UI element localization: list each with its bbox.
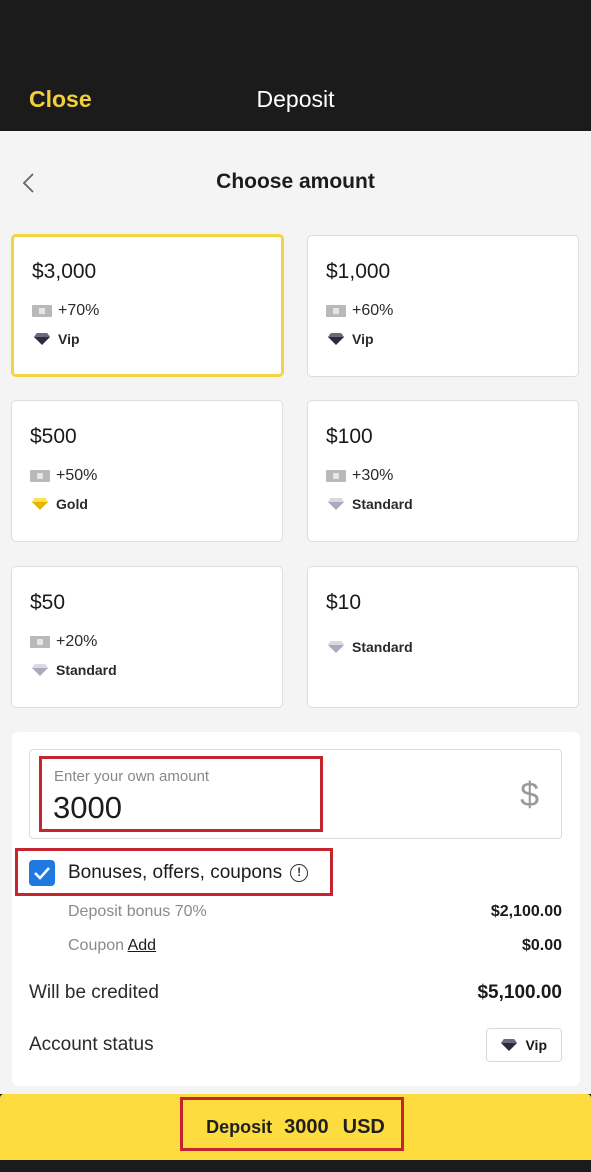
amount-card-10[interactable]: $10 Standard <box>307 566 579 708</box>
card-amount: $100 <box>326 425 373 448</box>
status-badge: Vip <box>486 1028 562 1062</box>
card-bonus: +30% <box>326 467 393 485</box>
deposit-button-amount: 3000 <box>284 1115 329 1138</box>
card-amount: $50 <box>30 591 66 614</box>
info-icon[interactable]: ! <box>290 864 309 882</box>
card-bonus-text: +50% <box>56 467 98 484</box>
card-bonus: +60% <box>326 302 393 320</box>
card-level: Standard <box>328 496 413 512</box>
amount-input[interactable] <box>53 790 453 826</box>
card-amount: $1,000 <box>326 260 391 283</box>
account-status-label: Account status <box>29 1034 154 1055</box>
bonuses-row[interactable]: Bonuses, offers, coupons ! <box>29 860 309 886</box>
card-bonus: +70% <box>32 302 99 320</box>
diamond-icon <box>32 498 48 510</box>
credited-label: Will be credited <box>29 982 159 1003</box>
screen-subtitle: Choose amount <box>216 170 375 193</box>
amount-card-100[interactable]: $100 +30% Standard <box>307 400 579 542</box>
diamond-icon <box>328 498 344 510</box>
amount-card-3000[interactable]: $3,000 +70% Vip <box>11 234 284 377</box>
coupon-value: $0.00 <box>521 937 562 954</box>
card-level: Standard <box>32 662 117 678</box>
amount-card-50[interactable]: $50 +20% Standard <box>11 566 283 708</box>
coupon-add-link[interactable]: Add <box>128 937 156 954</box>
ticket-icon <box>326 305 346 317</box>
bottom-strip <box>0 1160 591 1172</box>
status-badge-text: Vip <box>525 1037 547 1053</box>
ticket-icon <box>30 636 50 648</box>
main-content: Choose amount $3,000 +70% Vip $1,000 +60… <box>0 131 591 1094</box>
credited-row: Will be credited $5,100.00 <box>29 982 562 1004</box>
card-level-text: Vip <box>352 331 374 347</box>
diamond-icon <box>328 333 344 345</box>
card-bonus: +50% <box>30 467 97 485</box>
deposit-bonus-label: Deposit bonus 70% <box>68 903 207 920</box>
deposit-button-label: Deposit <box>206 1116 273 1137</box>
card-amount: $10 <box>326 591 362 614</box>
card-level: Vip <box>34 331 80 347</box>
account-status-row: Account status Vip <box>29 1028 562 1062</box>
checkmark-icon <box>34 867 50 880</box>
coupon-row: Coupon Add $0.00 <box>29 937 562 955</box>
card-bonus-text: +60% <box>352 302 394 319</box>
card-level-text: Standard <box>352 496 413 512</box>
bonuses-checkbox[interactable] <box>29 860 55 886</box>
amount-card-500[interactable]: $500 +50% Gold <box>11 400 283 542</box>
coupon-label-group: Coupon Add <box>68 937 156 955</box>
diamond-icon <box>32 664 48 676</box>
ticket-icon <box>326 470 346 482</box>
amount-field-label: Enter your own amount <box>54 768 210 785</box>
card-bonus-text: +20% <box>56 633 98 650</box>
card-level: Standard <box>328 639 413 655</box>
coupon-label: Coupon <box>68 937 125 954</box>
card-level-text: Standard <box>352 639 413 655</box>
card-level-text: Gold <box>56 496 88 512</box>
ticket-icon <box>32 305 52 317</box>
card-bonus-text: +70% <box>58 302 100 319</box>
amount-card-1000[interactable]: $1,000 +60% Vip <box>307 235 579 377</box>
card-amount: $3,000 <box>32 260 97 283</box>
custom-amount-field[interactable]: Enter your own amount $ <box>29 749 562 839</box>
deposit-bonus-row: Deposit bonus 70% $2,100.00 <box>29 903 562 921</box>
card-level-text: Vip <box>58 331 80 347</box>
card-bonus: +20% <box>30 633 97 651</box>
deposit-bonus-value: $2,100.00 <box>490 903 562 920</box>
credited-value: $5,100.00 <box>477 982 562 1003</box>
bonuses-label: Bonuses, offers, coupons <box>68 862 283 883</box>
card-level-text: Standard <box>56 662 117 678</box>
top-bar: Close Deposit <box>0 0 591 131</box>
diamond-icon <box>34 333 50 345</box>
diamond-icon <box>501 1039 518 1051</box>
deposit-button[interactable]: Deposit 3000 USD <box>0 1094 591 1160</box>
diamond-icon <box>328 641 344 653</box>
currency-symbol: $ <box>520 776 539 814</box>
card-level: Gold <box>32 496 88 512</box>
deposit-form: Enter your own amount $ Bonuses, offers,… <box>12 732 580 1086</box>
ticket-icon <box>30 470 50 482</box>
page-title: Deposit <box>256 86 335 112</box>
card-bonus-text: +30% <box>352 467 394 484</box>
deposit-button-text: Deposit 3000 USD <box>206 1116 385 1139</box>
card-amount: $500 <box>30 425 77 448</box>
deposit-button-currency: USD <box>342 1115 385 1138</box>
card-level: Vip <box>328 331 374 347</box>
